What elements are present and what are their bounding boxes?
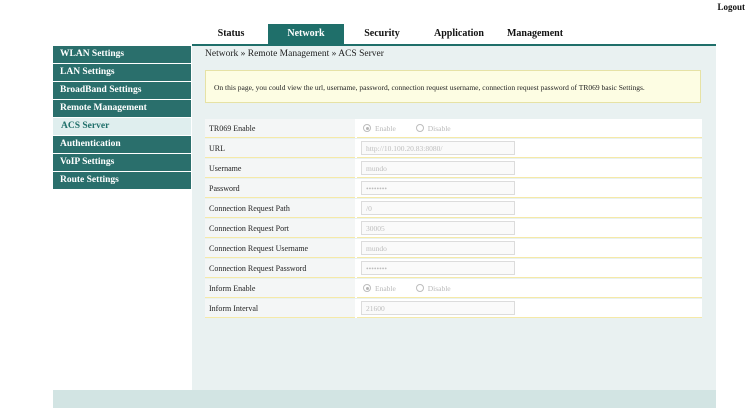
tab-management[interactable]: Management xyxy=(502,24,568,44)
form-row-connection-request-port: Connection Request Port xyxy=(205,219,702,238)
username-value xyxy=(357,159,702,178)
url-input[interactable] xyxy=(361,141,515,155)
info-box: On this page, you could view the url, us… xyxy=(205,70,701,103)
tab-network[interactable]: Network xyxy=(268,24,344,44)
connection-request-password-input[interactable] xyxy=(361,261,515,275)
connection-request-port-label: Connection Request Port xyxy=(205,219,355,238)
sidebar-item-wlan-settings[interactable]: WLAN Settings xyxy=(53,46,191,64)
form-row-tr069-enable: TR069 Enable Enable Disable xyxy=(205,119,702,138)
connection-request-username-value xyxy=(357,239,702,258)
password-value xyxy=(357,179,702,198)
connection-request-password-label: Connection Request Password xyxy=(205,259,355,278)
tab-status[interactable]: Status xyxy=(206,24,256,44)
sidebar-item-voip-settings[interactable]: VoIP Settings xyxy=(53,154,191,172)
connection-request-path-label: Connection Request Path xyxy=(205,199,355,218)
password-input[interactable] xyxy=(361,181,515,195)
tr069-enable-option-label: Enable xyxy=(375,124,396,133)
sidebar-item-authentication[interactable]: Authentication xyxy=(53,136,191,154)
inform-interval-value xyxy=(357,299,702,318)
form-row-password: Password xyxy=(205,179,702,198)
inform-enable-option-label: Enable xyxy=(375,284,396,293)
inform-enable-radio-group: Enable Disable xyxy=(363,279,469,298)
sidebar-item-acs-server[interactable]: ACS Server xyxy=(53,118,191,136)
url-value xyxy=(357,139,702,158)
username-label: Username xyxy=(205,159,355,178)
acs-settings-form: TR069 Enable Enable Disable URL Username… xyxy=(205,119,702,319)
breadcrumb: Network » Remote Management » ACS Server xyxy=(205,49,384,59)
inform-disable-radio[interactable]: Disable xyxy=(415,279,451,298)
inform-enable-label: Inform Enable xyxy=(205,279,355,298)
connection-request-password-value xyxy=(357,259,702,278)
top-navigation: Status Network Security Application Mana… xyxy=(192,24,716,44)
url-label: URL xyxy=(205,139,355,158)
form-row-username: Username xyxy=(205,159,702,178)
footer-bar xyxy=(53,390,716,408)
inform-disable-option-label: Disable xyxy=(427,284,451,293)
form-row-inform-interval: Inform Interval xyxy=(205,299,702,318)
sidebar-item-broadband-settings[interactable]: BroadBand Settings xyxy=(53,82,191,100)
connection-request-username-input[interactable] xyxy=(361,241,515,255)
connection-request-path-value xyxy=(357,199,702,218)
tab-security[interactable]: Security xyxy=(354,24,410,44)
form-row-connection-request-password: Connection Request Password xyxy=(205,259,702,278)
tr069-enable-radio-group: Enable Disable xyxy=(363,119,469,138)
inform-enable-radio[interactable]: Enable xyxy=(363,279,396,298)
logout-link[interactable]: Logout xyxy=(717,2,745,12)
inform-interval-input[interactable] xyxy=(361,301,515,315)
radio-unselected-icon xyxy=(415,124,424,132)
inform-interval-label: Inform Interval xyxy=(205,299,355,318)
sidebar-item-route-settings[interactable]: Route Settings xyxy=(53,172,191,190)
main-panel: Network » Remote Management » ACS Server… xyxy=(192,46,716,390)
inform-enable-value: Enable Disable xyxy=(357,279,702,298)
tr069-disable-option-label: Disable xyxy=(427,124,451,133)
tr069-enable-value: Enable Disable xyxy=(357,119,702,138)
connection-request-username-label: Connection Request Username xyxy=(205,239,355,258)
radio-selected-icon xyxy=(363,284,371,292)
form-row-connection-request-username: Connection Request Username xyxy=(205,239,702,258)
radio-unselected-icon xyxy=(415,284,424,292)
tr069-enable-label: TR069 Enable xyxy=(205,119,355,138)
tab-application[interactable]: Application xyxy=(424,24,494,44)
sidebar-item-lan-settings[interactable]: LAN Settings xyxy=(53,64,191,82)
form-row-url: URL xyxy=(205,139,702,158)
tr069-disable-radio[interactable]: Disable xyxy=(415,119,451,138)
connection-request-port-value xyxy=(357,219,702,238)
password-label: Password xyxy=(205,179,355,198)
connection-request-path-input[interactable] xyxy=(361,201,515,215)
tr069-enable-radio[interactable]: Enable xyxy=(363,119,396,138)
connection-request-port-input[interactable] xyxy=(361,221,515,235)
sidebar-item-remote-management[interactable]: Remote Management xyxy=(53,100,191,118)
form-row-inform-enable: Inform Enable Enable Disable xyxy=(205,279,702,298)
form-row-connection-request-path: Connection Request Path xyxy=(205,199,702,218)
sidebar: WLAN Settings LAN Settings BroadBand Set… xyxy=(53,46,191,190)
radio-selected-icon xyxy=(363,124,371,132)
username-input[interactable] xyxy=(361,161,515,175)
